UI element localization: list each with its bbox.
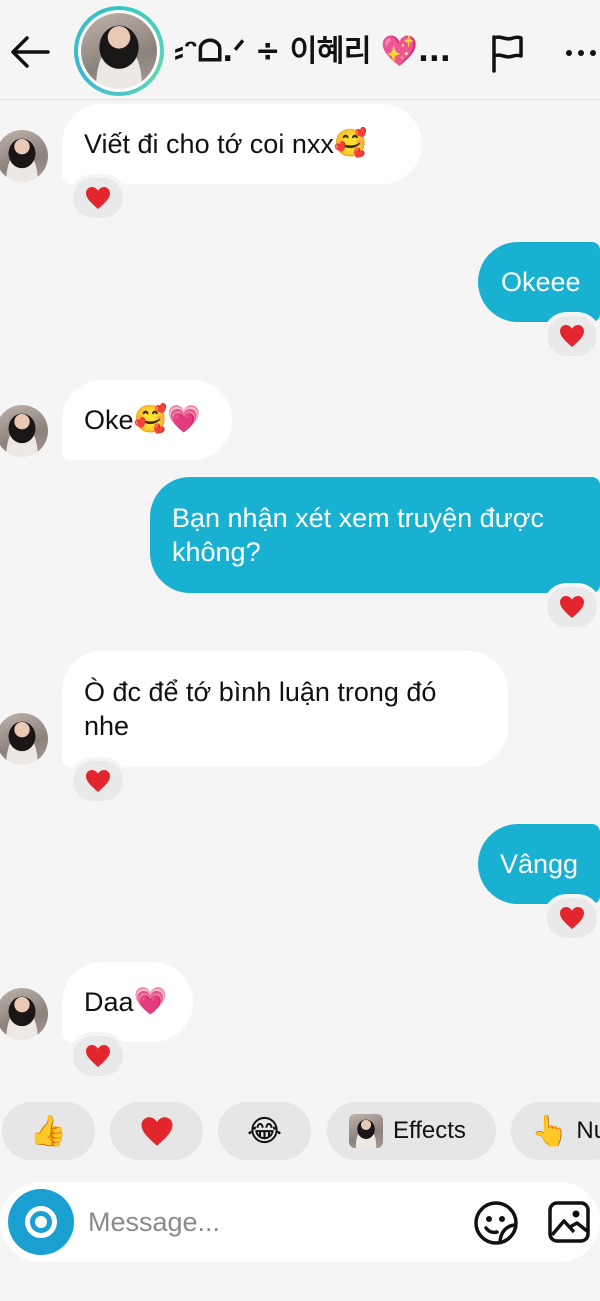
- report-flag-button[interactable]: [484, 30, 530, 76]
- nudge-label: Nudge: [576, 1117, 600, 1144]
- message-text: Daa: [84, 987, 134, 1017]
- quick-reaction-thumbs-up[interactable]: 👍: [2, 1102, 95, 1160]
- contact-story-avatar[interactable]: [74, 6, 164, 96]
- message-emoji: 💗: [133, 986, 168, 1017]
- sender-avatar[interactable]: [0, 405, 48, 457]
- heart-icon: [141, 1116, 172, 1146]
- quick-reaction-laugh[interactable]: 😂: [218, 1102, 311, 1160]
- sticker-icon: [474, 1201, 518, 1245]
- message-composer: [0, 1182, 600, 1262]
- message-text: Vângg: [500, 849, 579, 879]
- heart-icon: [86, 1045, 110, 1067]
- message-text-line-2: không?: [172, 537, 261, 567]
- message-bubble-outgoing[interactable]: Bạn nhận xét xem truyện được không?: [150, 477, 600, 593]
- heart-icon: [560, 325, 584, 347]
- camera-button[interactable]: [8, 1189, 74, 1255]
- message-bubble-incoming[interactable]: Ò đc để tớ bình luận trong đó nhe: [62, 651, 508, 767]
- message-bubble-outgoing[interactable]: Okeee: [478, 242, 600, 322]
- message-bubble-outgoing[interactable]: Vângg: [478, 824, 600, 904]
- message-bubble-incoming[interactable]: Daa 💗: [62, 962, 193, 1042]
- laughing-face-icon: 😂: [246, 1113, 283, 1149]
- chat-screen: ⸗ᵔᗝ.ᐟ ÷ 이혜리 💖... Viết đi cho tớ coi nxx 🥰…: [0, 0, 600, 1301]
- sticker-button[interactable]: [472, 1199, 520, 1247]
- effects-button[interactable]: Effects: [327, 1102, 496, 1160]
- heart-icon: [86, 187, 110, 209]
- message-emoji: 🥰: [333, 128, 368, 159]
- message-bubble-incoming[interactable]: Viết đi cho tớ coi nxx 🥰: [62, 104, 422, 184]
- thumbs-up-icon: 👍: [29, 1113, 68, 1149]
- effects-label: Effects: [393, 1117, 466, 1144]
- effects-thumbnail: [349, 1114, 383, 1148]
- flag-icon: [492, 35, 523, 73]
- message-reaction[interactable]: [69, 174, 127, 222]
- message-input[interactable]: [88, 1200, 448, 1244]
- message-text: Okeee: [501, 267, 581, 297]
- gallery-button[interactable]: [546, 1199, 592, 1245]
- message-text-line-1: Ò đc để tớ bình luận trong đó: [84, 677, 437, 707]
- quick-reactions-bar: 👍 😂 Effects 👆 Nudge: [0, 1102, 600, 1160]
- message-text: Viết đi cho tớ coi nxx: [84, 129, 334, 159]
- contact-name[interactable]: ⸗ᵔᗝ.ᐟ ÷ 이혜리 💖...: [174, 32, 474, 72]
- sender-avatar[interactable]: [0, 713, 48, 765]
- quick-reaction-heart[interactable]: [110, 1102, 203, 1160]
- sender-avatar[interactable]: [0, 988, 48, 1040]
- message-text-line-2: nhe: [84, 711, 130, 741]
- chat-header: ⸗ᵔᗝ.ᐟ ÷ 이혜리 💖...: [0, 0, 600, 100]
- heart-icon: [560, 596, 584, 618]
- gallery-icon: [548, 1201, 590, 1243]
- heart-icon: [86, 770, 110, 792]
- contact-avatar-photo: [81, 13, 157, 89]
- nudge-button[interactable]: 👆 Nudge: [511, 1102, 600, 1160]
- arrow-left-icon: [11, 36, 50, 68]
- message-reaction[interactable]: [69, 757, 127, 805]
- message-text: Oke: [84, 405, 134, 435]
- message-bubble-incoming[interactable]: Oke 🥰💗: [62, 380, 232, 460]
- more-horizontal-icon: [566, 50, 572, 56]
- more-options-button[interactable]: [552, 30, 600, 76]
- pointing-finger-icon: 👆: [531, 1113, 569, 1149]
- message-text-line-1: Bạn nhận xét xem truyện được: [172, 503, 544, 533]
- message-reaction[interactable]: [543, 312, 600, 360]
- back-button[interactable]: [8, 30, 52, 74]
- camera-icon: [25, 1206, 57, 1238]
- message-reaction[interactable]: [543, 894, 600, 942]
- message-reaction[interactable]: [543, 583, 600, 631]
- heart-icon: [560, 907, 584, 929]
- sender-avatar[interactable]: [0, 130, 48, 182]
- message-emoji: 🥰💗: [133, 404, 201, 435]
- message-reaction[interactable]: [69, 1032, 127, 1080]
